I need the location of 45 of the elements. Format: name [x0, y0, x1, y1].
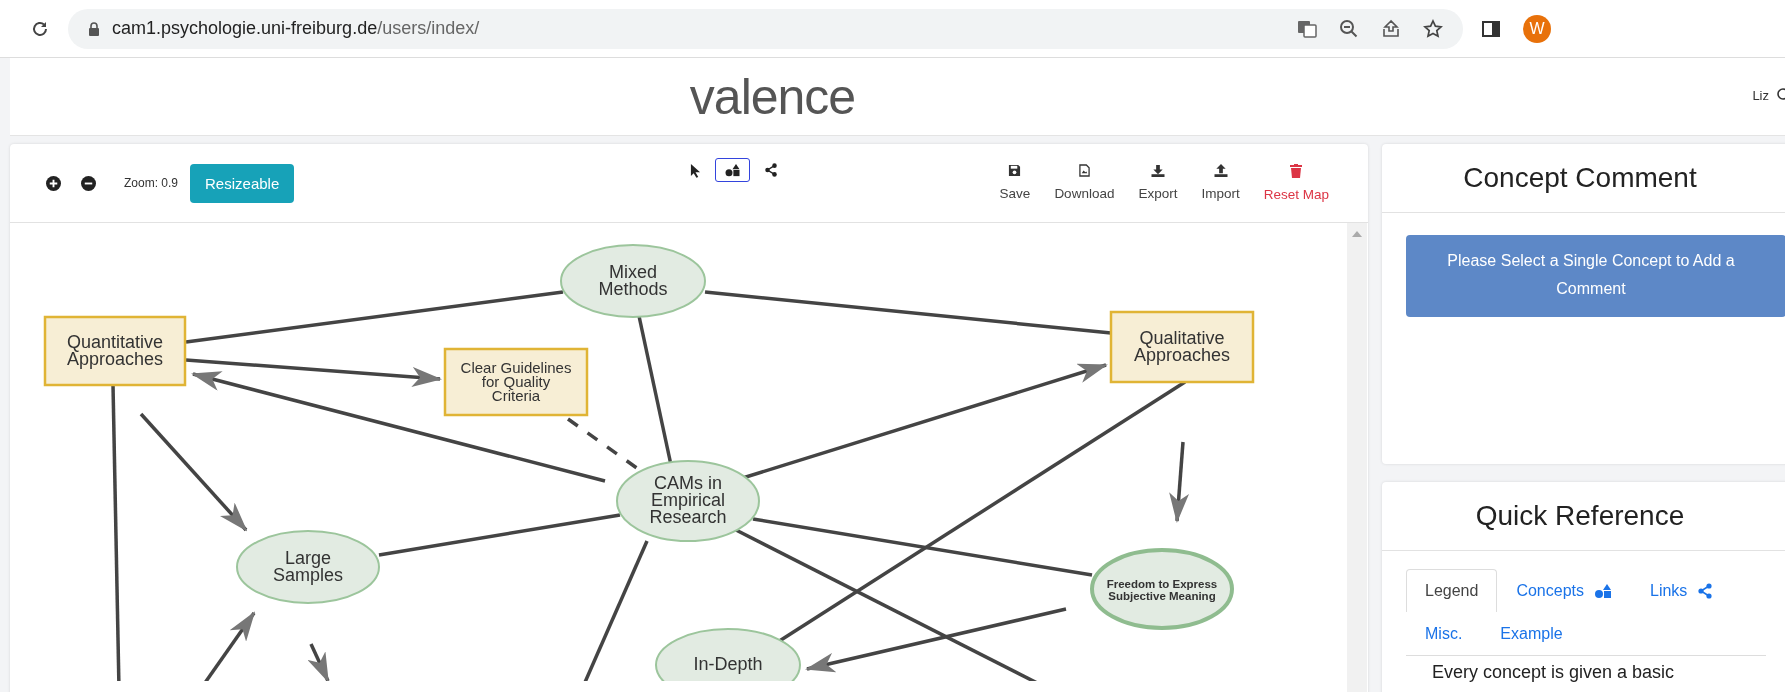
reference-tab[interactable]: Example: [1481, 612, 1582, 655]
shapes-icon: [724, 163, 741, 177]
legend-text: Every concept is given a basic: [1432, 662, 1676, 683]
concept-box[interactable]: Clear Guidelines for Quality Criteria: [443, 347, 589, 417]
cursor-icon: [690, 162, 701, 178]
concept-ellipse[interactable]: Large Samples: [236, 530, 380, 604]
select-concept-button[interactable]: Please Select a Single Concept to Add a Comment: [1406, 235, 1785, 317]
card-title: Quick Reference: [1382, 482, 1785, 551]
trash-icon: [1290, 164, 1303, 178]
image-file-icon: [1078, 164, 1090, 177]
share-icon: [1697, 583, 1714, 599]
zoom-in-icon[interactable]: [46, 175, 61, 191]
download-icon: [1150, 164, 1165, 177]
download-button[interactable]: Download: [1045, 160, 1124, 206]
save-button[interactable]: Save: [990, 160, 1040, 206]
scrollbar[interactable]: [1347, 223, 1367, 692]
share-icon: [764, 163, 778, 177]
reference-tab[interactable]: Concepts: [1497, 569, 1631, 612]
upload-icon: [1213, 164, 1228, 177]
concept-ellipse[interactable]: CAMs in Empirical Research: [616, 460, 760, 542]
zoom-out-icon[interactable]: [1339, 18, 1359, 39]
user-name[interactable]: Liz: [1752, 88, 1769, 103]
zoom-out-icon[interactable]: [81, 175, 96, 191]
reference-tab[interactable]: Legend: [1406, 569, 1498, 612]
zoom-label: Zoom: 0.9: [124, 176, 179, 190]
reference-tab[interactable]: Links: [1631, 569, 1733, 612]
concept-box[interactable]: Quantitative Approaches: [43, 315, 187, 387]
card-title: Concept Comment: [1382, 144, 1785, 213]
address-bar[interactable]: cam1.psychologie.uni-freiburg.de/users/index/: [68, 8, 1463, 49]
reference-tab[interactable]: Misc.: [1406, 612, 1482, 655]
share-icon[interactable]: [1381, 18, 1401, 39]
shapes-icon: [1594, 583, 1612, 599]
valence-logo: valence: [689, 67, 856, 126]
reset-button[interactable]: Reset Map: [1254, 160, 1338, 206]
concept-ellipse[interactable]: Mixed Methods: [560, 244, 706, 318]
concept-ellipse[interactable]: Freedom to Express Subjective Meaning: [1090, 548, 1234, 630]
export-button[interactable]: Export: [1129, 160, 1187, 206]
side-panel-icon[interactable]: [1481, 18, 1501, 39]
concept-box[interactable]: Qualitative Approaches: [1109, 310, 1255, 384]
shapes-mode-button[interactable]: [715, 158, 750, 182]
translate-icon[interactable]: [1297, 18, 1317, 39]
star-icon[interactable]: [1423, 18, 1443, 39]
import-button[interactable]: Import: [1192, 160, 1249, 206]
lock-icon: [88, 21, 100, 36]
arrow: [307, 643, 330, 681]
